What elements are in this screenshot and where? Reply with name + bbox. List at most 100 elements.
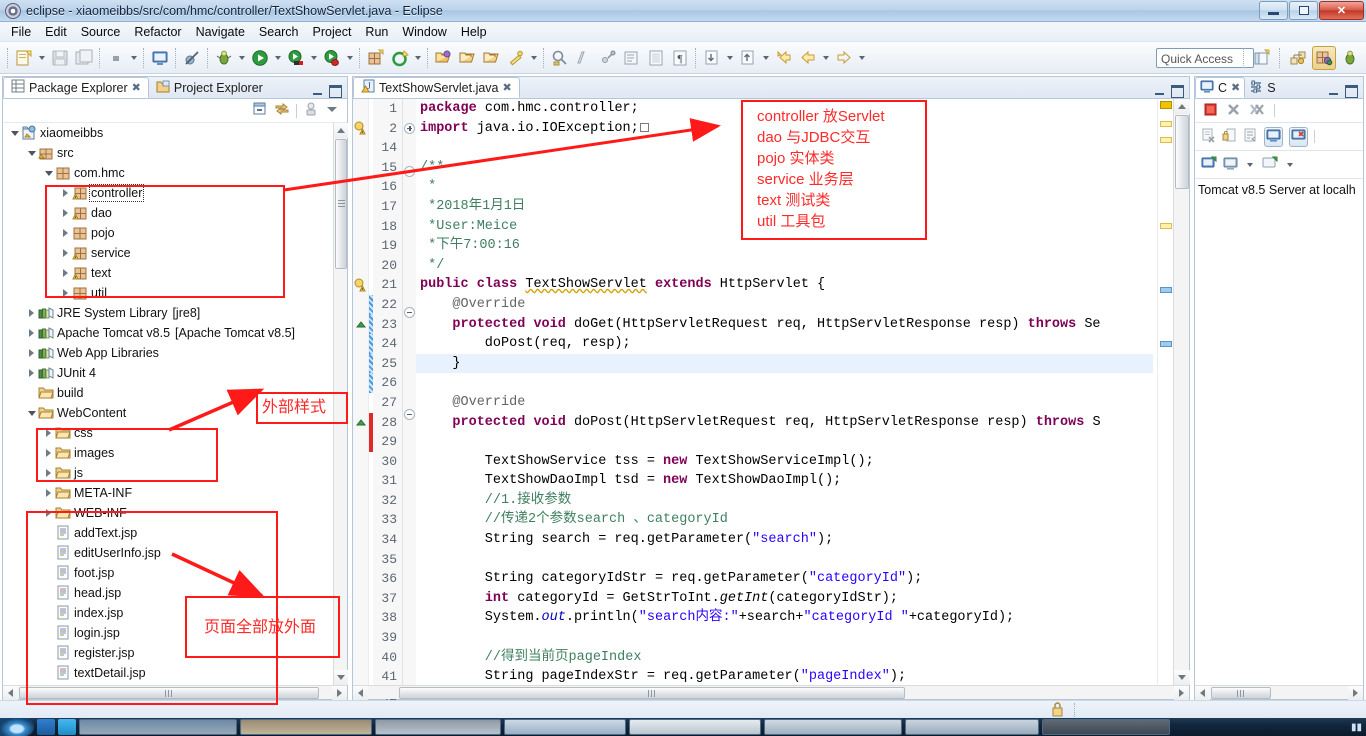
overview-marker-warning[interactable]	[1160, 137, 1172, 143]
previous-annotation-icon[interactable]	[572, 46, 596, 70]
minimize-view-icon[interactable]	[1327, 85, 1340, 98]
overview-marker-info[interactable]	[1160, 287, 1172, 293]
open-resource-icon[interactable]	[480, 46, 504, 70]
clear-console-icon[interactable]	[1201, 128, 1216, 146]
taskbar-window-button[interactable]	[1042, 719, 1170, 735]
scroll-thumb[interactable]	[1175, 115, 1189, 189]
debug-server-icon[interactable]	[320, 46, 344, 70]
fold-minus-icon[interactable]	[403, 408, 416, 429]
word-wrap-icon[interactable]	[1243, 128, 1258, 146]
scroll-down-icon[interactable]	[1174, 670, 1190, 685]
editor-code-line[interactable]: @Override	[416, 295, 1153, 315]
server-entry[interactable]: Tomcat v8.5 Server at localh	[1195, 179, 1363, 201]
menu-project[interactable]: Project	[306, 23, 359, 41]
taskbar-window-button[interactable]	[764, 719, 902, 735]
maximize-editor-icon[interactable]	[1171, 85, 1184, 98]
menu-source[interactable]: Source	[74, 23, 128, 41]
expand-arrow-icon[interactable]	[43, 503, 54, 523]
tree-item-images[interactable]: images	[3, 443, 333, 463]
debug-dropdown-icon[interactable]	[236, 46, 248, 70]
menu-refactor[interactable]: Refactor	[127, 23, 188, 41]
debug-server-dropdown-icon[interactable]	[344, 46, 356, 70]
taskbar-quicklaunch-icon[interactable]	[37, 719, 55, 735]
tree-item-text[interactable]: text	[3, 263, 333, 283]
tree-item-js[interactable]: js	[3, 463, 333, 483]
expand-arrow-icon[interactable]	[43, 463, 54, 483]
new-wizard-icon[interactable]	[12, 46, 36, 70]
open-type-icon[interactable]	[432, 46, 456, 70]
editor-vertical-scrollbar[interactable]	[1173, 99, 1190, 685]
terminate-icon[interactable]	[104, 46, 128, 70]
external-tools-icon[interactable]	[388, 46, 412, 70]
scroll-thumb[interactable]	[335, 139, 347, 269]
taskbar-window-button[interactable]	[629, 719, 761, 735]
editor-marker-override[interactable]	[353, 413, 368, 433]
editor-code-line[interactable]: doPost(req, resp);	[416, 334, 1153, 354]
next-edit-icon[interactable]	[700, 46, 724, 70]
expand-arrow-icon[interactable]	[26, 323, 37, 343]
back-history-icon[interactable]	[772, 46, 796, 70]
terminate-dropdown-icon[interactable]	[128, 46, 140, 70]
skip-breakpoints-icon[interactable]	[180, 46, 204, 70]
system-tray[interactable]: ▮▮	[1351, 722, 1366, 733]
open-task-icon[interactable]	[456, 46, 480, 70]
save-all-icon[interactable]	[72, 46, 96, 70]
editor-code-line[interactable]: public class TextShowServlet extends Htt…	[416, 275, 1153, 295]
terminate-icon[interactable]	[1203, 102, 1218, 120]
expand-arrow-icon[interactable]	[26, 303, 37, 323]
minimize-button[interactable]	[1259, 1, 1288, 20]
scroll-down-icon[interactable]	[334, 670, 348, 685]
collapse-arrow-icon[interactable]	[43, 163, 54, 183]
expand-arrow-icon[interactable]	[43, 423, 54, 443]
display-selected-console-dropdown-icon[interactable]	[1244, 153, 1256, 177]
editor-marker-override[interactable]	[353, 315, 368, 335]
open-console-icon[interactable]	[1262, 156, 1278, 173]
scroll-left-icon[interactable]	[3, 686, 18, 700]
tab-package-explorer[interactable]: Package Explorer ✖	[3, 77, 149, 98]
scroll-up-icon[interactable]	[1174, 99, 1190, 114]
tree-item-web-app-libraries[interactable]: Web App Libraries	[3, 343, 333, 363]
scroll-left-icon[interactable]	[353, 686, 368, 700]
editor-code-line[interactable]: //1.接收参数	[416, 491, 1153, 511]
editor-code-line[interactable]: String search = req.getParameter("search…	[416, 530, 1153, 550]
expand-arrow-icon[interactable]	[26, 343, 37, 363]
close-icon[interactable]: ✖	[503, 81, 512, 94]
scroll-thumb[interactable]	[1211, 687, 1271, 699]
tree-item-head-jsp[interactable]: head.jsp	[3, 583, 333, 603]
tree-item-textdetail-jsp[interactable]: textDetail.jsp	[3, 663, 333, 683]
tree-item-com-hmc[interactable]: com.hmc	[3, 163, 333, 183]
tree-item-edituserinfo-jsp[interactable]: editUserInfo.jsp	[3, 543, 333, 563]
prev-edit-dropdown-icon[interactable]	[760, 46, 772, 70]
new-java-package-icon[interactable]	[364, 46, 388, 70]
scroll-thumb[interactable]	[19, 687, 319, 699]
scroll-up-icon[interactable]	[334, 123, 348, 138]
maximize-view-icon[interactable]	[1345, 85, 1358, 98]
external-tools-dropdown-icon[interactable]	[412, 46, 424, 70]
pilcrow-icon[interactable]: ¶	[668, 46, 692, 70]
editor-code-line[interactable]	[416, 628, 1153, 648]
editor-code-line[interactable]	[416, 373, 1153, 393]
toggle-block-selection-icon[interactable]	[620, 46, 644, 70]
tree-item-junit-4[interactable]: JUnit 4	[3, 363, 333, 383]
display-selected-console-icon[interactable]	[1223, 157, 1238, 173]
menu-edit[interactable]: Edit	[38, 23, 74, 41]
editor-code-line[interactable]: *下午7:00:16	[416, 236, 1153, 256]
next-annotation-icon[interactable]	[548, 46, 572, 70]
overview-marker-warning[interactable]	[1160, 121, 1172, 127]
search-dropdown-icon[interactable]	[528, 46, 540, 70]
back-icon[interactable]	[796, 46, 820, 70]
tree-item-service[interactable]: service	[3, 243, 333, 263]
expand-arrow-icon[interactable]	[60, 263, 71, 283]
editor-code-line[interactable]: String categoryIdStr = req.getParameter(…	[416, 569, 1153, 589]
editor-code-line[interactable]: @Override	[416, 393, 1153, 413]
scroll-thumb[interactable]	[399, 687, 905, 699]
last-edit-location-icon[interactable]	[596, 46, 620, 70]
tree-item-src[interactable]: src	[3, 143, 333, 163]
tab-servers[interactable]: S	[1245, 77, 1279, 98]
debug-icon[interactable]	[212, 46, 236, 70]
editor-code-line[interactable]: System.out.println("search内容:"+search+"c…	[416, 608, 1153, 628]
expand-arrow-icon[interactable]	[43, 483, 54, 503]
explorer-vertical-scrollbar[interactable]	[333, 123, 348, 685]
menu-search[interactable]: Search	[252, 23, 306, 41]
minimize-view-icon[interactable]	[311, 85, 324, 98]
